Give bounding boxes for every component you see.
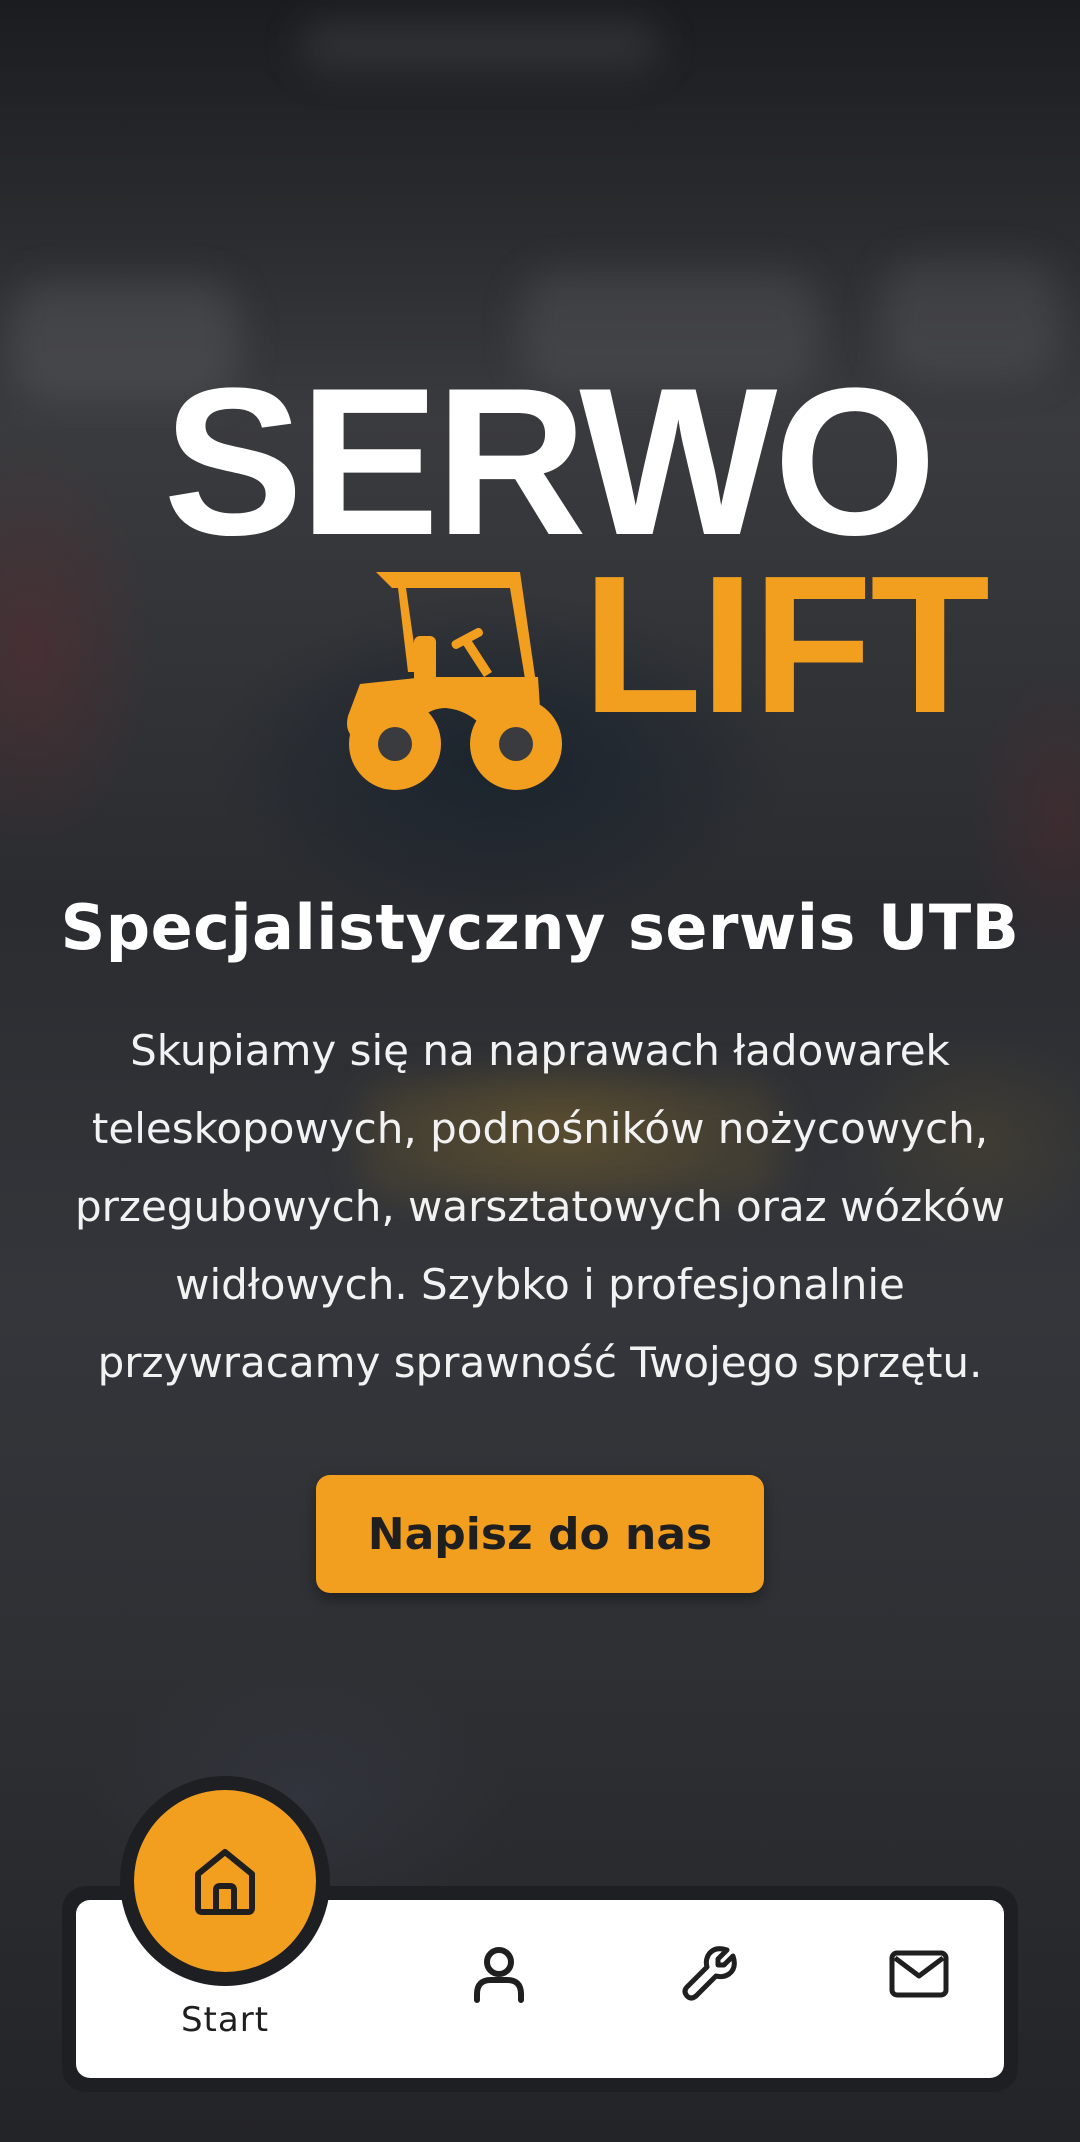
forklift-icon (347, 572, 562, 790)
home-icon (195, 1849, 255, 1915)
user-icon (474, 1947, 524, 2003)
hero-headline: Specjalistyczny serwis UTB (60, 891, 1020, 964)
nav-item-services[interactable] (604, 1900, 814, 2078)
nav-item-contact[interactable] (814, 1900, 1024, 2078)
logo-text-lift: LIFT (582, 535, 988, 754)
mail-icon (889, 1950, 949, 1998)
wrench-icon (682, 1946, 737, 2001)
nav-item-home[interactable] (134, 1790, 316, 1972)
nav-item-profile[interactable] (394, 1900, 604, 2078)
hero-description: Skupiamy się na naprawach ładowarek tele… (74, 1026, 1006, 1387)
nav-label-start: Start (180, 2000, 270, 2040)
contact-button[interactable]: Napisz do nas (316, 1475, 764, 1593)
serwolift-logo: SERWO LIFT (108, 372, 988, 792)
